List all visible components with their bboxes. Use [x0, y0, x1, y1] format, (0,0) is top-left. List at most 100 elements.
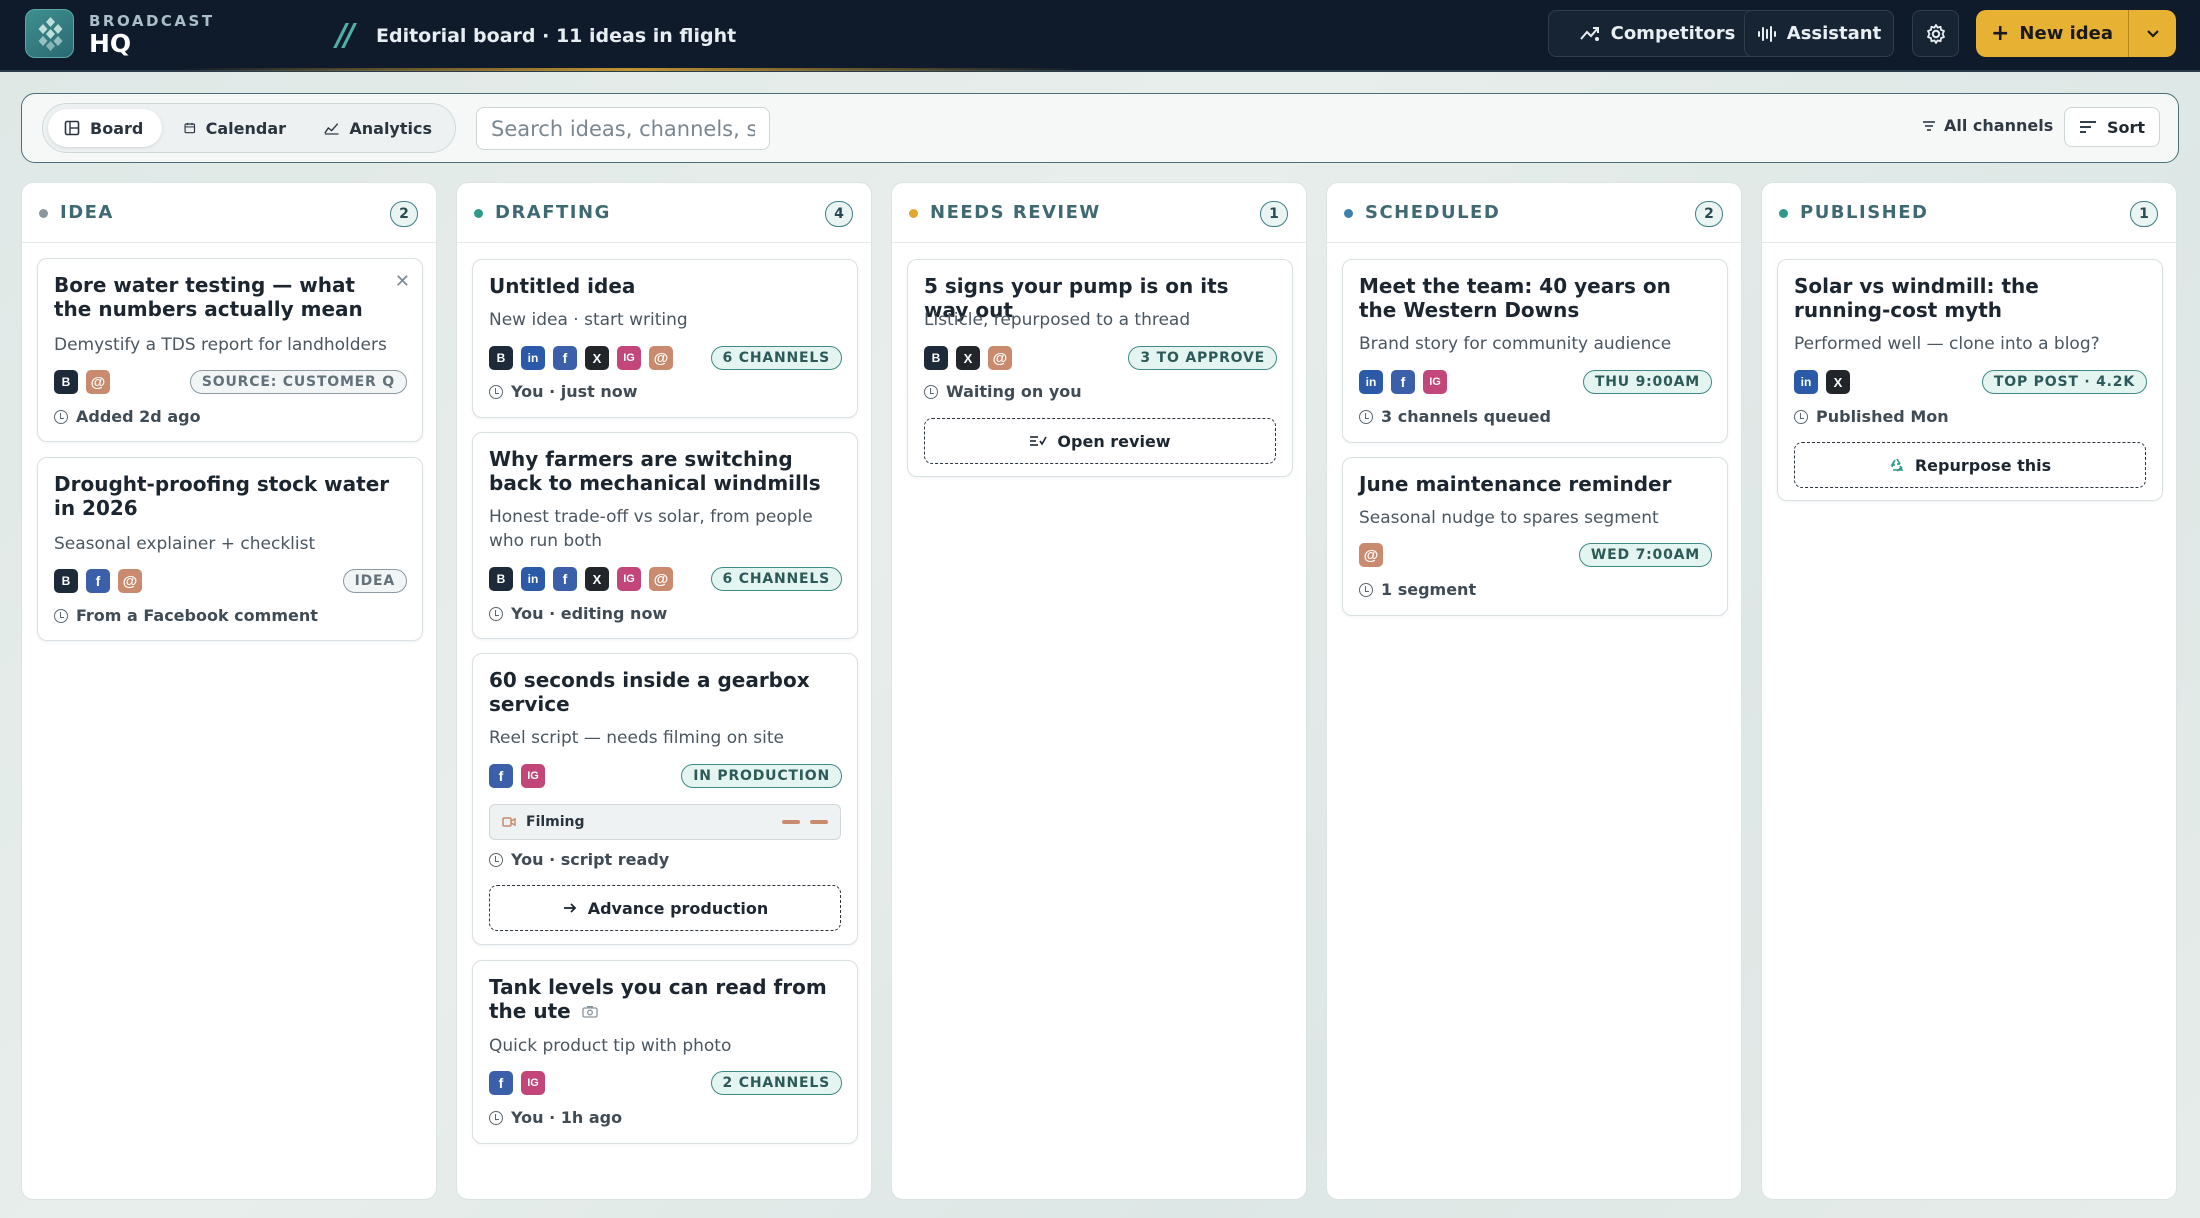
idea-card[interactable]: June maintenance reminder Seasonal nudge…	[1342, 457, 1728, 616]
column-count: 1	[1260, 201, 1288, 227]
idea-card[interactable]: Solar vs windmill: the running-cost myth…	[1777, 259, 2163, 501]
idea-card[interactable]: Drought-proofing stock water in 2026 Sea…	[37, 457, 423, 641]
channel-chips: B in f X IG @	[489, 567, 673, 591]
linkedin-channel-icon: in	[1794, 370, 1818, 394]
open-review-button[interactable]: Open review	[924, 418, 1276, 464]
idea-card[interactable]: Tank levels you can read from the ute Qu…	[472, 960, 858, 1144]
calendar-icon	[184, 122, 196, 134]
card-title: 60 seconds inside a gearbox service	[489, 668, 810, 716]
new-idea-main[interactable]: + New idea	[1976, 10, 2128, 57]
chevron-down-icon	[2146, 29, 2159, 38]
competitors-button[interactable]: Competitors	[1548, 10, 1766, 57]
instagram-channel-icon: IG	[1423, 370, 1447, 394]
column-header: PUBLISHED 1	[1762, 183, 2176, 243]
analytics-icon	[324, 123, 339, 135]
column-title: SCHEDULED	[1365, 202, 1501, 223]
instagram-channel-icon: IG	[617, 567, 641, 591]
card-subtitle: Listicle, repurposed to a thread	[924, 310, 1191, 330]
card-meta: You · editing now	[489, 604, 667, 623]
column-status-dot	[1344, 209, 1353, 218]
column-title: DRAFTING	[495, 202, 611, 223]
sort-icon	[2079, 121, 2096, 133]
sort-label: Sort	[2106, 117, 2146, 137]
recycle-icon	[1890, 458, 1904, 472]
channels-badge: 6 CHANNELS	[710, 346, 842, 370]
status-badge: IDEA	[342, 569, 407, 593]
clock-icon	[1359, 409, 1373, 424]
card-meta-text: Added 2d ago	[76, 407, 201, 426]
open-review-label: Open review	[1057, 431, 1171, 451]
card-meta: You · 1h ago	[489, 1108, 622, 1127]
performance-badge: TOP POST · 4.2K	[1981, 370, 2147, 394]
tab-analytics[interactable]: Analytics	[308, 109, 448, 147]
page-title: Editorial board · 11 ideas in flight	[376, 25, 737, 47]
tab-calendar-label: Calendar	[205, 118, 286, 138]
column-published: PUBLISHED 1 Solar vs windmill: the runni…	[1761, 182, 2177, 1200]
clock-icon	[1359, 582, 1373, 597]
column-header: DRAFTING 4	[457, 183, 871, 243]
facebook-channel-icon: f	[489, 1071, 513, 1095]
card-meta-text: You · editing now	[511, 604, 668, 623]
instagram-channel-icon: IG	[617, 346, 641, 370]
brand-logo[interactable]	[25, 9, 74, 58]
channel-chips: f IG	[489, 764, 545, 788]
channel-chips: @	[1359, 543, 1383, 567]
card-meta-text: From a Facebook comment	[76, 606, 318, 625]
card-meta: Added 2d ago	[54, 407, 201, 426]
x-channel-icon: X	[585, 567, 609, 591]
tab-board[interactable]: Board	[48, 109, 162, 147]
idea-card[interactable]: 60 seconds inside a gearbox service Reel…	[472, 653, 858, 945]
channel-chips: B f @	[54, 569, 142, 593]
idea-card[interactable]: 5 signs your pump is on its way out List…	[907, 259, 1293, 477]
tab-calendar[interactable]: Calendar	[168, 109, 302, 147]
column-drafting: DRAFTING 4 Untitled idea New idea · star…	[456, 182, 872, 1200]
assistant-button[interactable]: Assistant	[1744, 10, 1894, 57]
camera-icon	[582, 1006, 598, 1018]
card-meta: You · just now	[489, 382, 638, 401]
card-subtitle: Reel script — needs filming on site	[489, 728, 784, 748]
clock-icon	[54, 608, 68, 623]
close-icon[interactable]: ✕	[395, 271, 410, 292]
source-badge: SOURCE: CUSTOMER Q	[189, 370, 407, 394]
advance-production-button[interactable]: Advance production	[489, 885, 841, 931]
card-subtitle: Seasonal explainer + checklist	[54, 534, 316, 554]
card-meta: From a Facebook comment	[54, 606, 318, 625]
linkedin-channel-icon: in	[521, 346, 545, 370]
card-title: Meet the team: 40 years on the Western D…	[1359, 274, 1671, 322]
facebook-channel-icon: f	[86, 569, 110, 593]
arrow-right-icon	[563, 903, 576, 913]
sort-button[interactable]: Sort	[2064, 107, 2160, 147]
new-idea-label: New idea	[2019, 23, 2113, 44]
idea-card[interactable]: Untitled idea New idea · start writing B…	[472, 259, 858, 418]
idea-card[interactable]: Meet the team: 40 years on the Western D…	[1342, 259, 1728, 443]
new-idea-dropdown[interactable]	[2129, 10, 2176, 57]
card-meta: Published Mon	[1794, 407, 1949, 426]
search-input[interactable]	[476, 107, 770, 150]
view-switcher: Board Calendar Analytics	[42, 103, 456, 153]
schedule-badge: WED 7:00AM	[1578, 543, 1712, 567]
all-channels-filter[interactable]: All channels	[1922, 116, 2053, 135]
new-idea-button[interactable]: + New idea	[1976, 10, 2176, 57]
card-title: Why farmers are switching back to mechan…	[489, 447, 821, 495]
repurpose-button[interactable]: Repurpose this	[1794, 442, 2146, 488]
filter-bar: Board Calendar Analytics All channels	[21, 93, 2179, 163]
channel-chips: in X	[1794, 370, 1850, 394]
card-meta: 1 segment	[1359, 580, 1476, 599]
idea-card[interactable]: Why farmers are switching back to mechan…	[472, 432, 858, 639]
plus-icon: +	[1990, 21, 2010, 46]
column-title: NEEDS REVIEW	[930, 202, 1101, 223]
all-channels-label: All channels	[1944, 116, 2054, 135]
card-meta-text: Waiting on you	[946, 382, 1082, 401]
logo-icon	[38, 17, 63, 51]
x-channel-icon: X	[1826, 370, 1850, 394]
card-meta-text: 1 segment	[1381, 580, 1477, 599]
column-header: NEEDS REVIEW 1	[892, 183, 1306, 243]
brand-name-top: BROADCAST	[89, 12, 215, 30]
card-title: Bore water testing — what the numbers ac…	[54, 273, 363, 321]
settings-button[interactable]	[1912, 10, 1959, 57]
facebook-channel-icon: f	[553, 346, 577, 370]
channel-chips: B in f X IG @	[489, 346, 673, 370]
idea-card[interactable]: Bore water testing — what the numbers ac…	[37, 258, 423, 442]
advance-production-label: Advance production	[587, 898, 769, 918]
card-meta-text: You · 1h ago	[511, 1108, 623, 1127]
